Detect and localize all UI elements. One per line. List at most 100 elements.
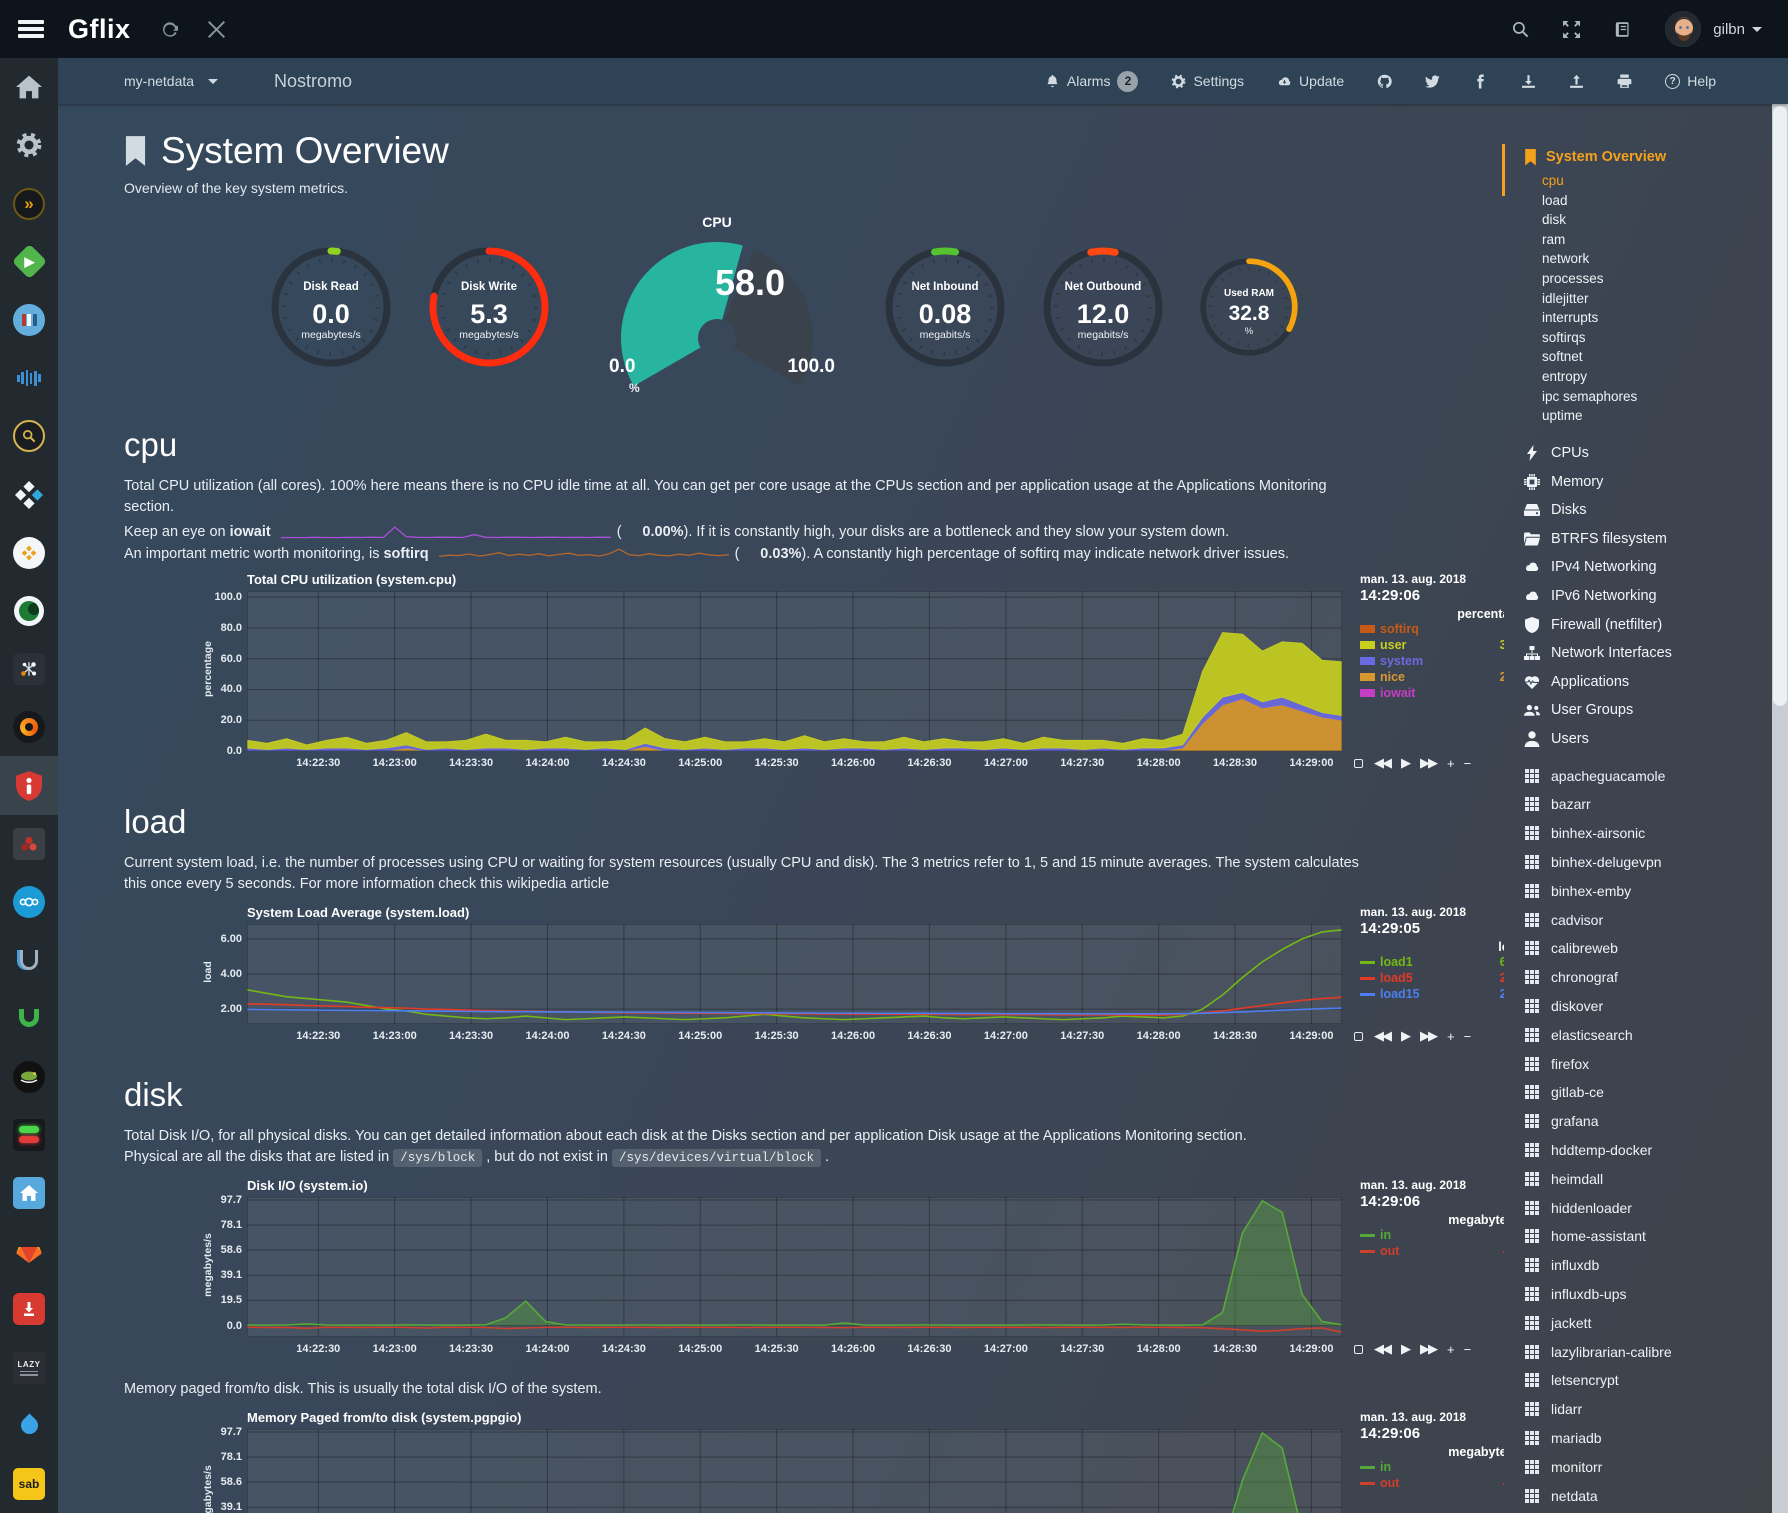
softirq-sparkline[interactable]: [439, 546, 729, 562]
chart-pan-icon[interactable]: [1354, 1032, 1363, 1041]
sidebar-app-binhex-airsonic[interactable]: binhex-airsonic: [1502, 819, 1772, 848]
legend-item-nice[interactable]: nice20.4: [1360, 669, 1504, 685]
gauge-cpu[interactable]: CPU58.00.0100.0%: [597, 214, 837, 400]
chart-backward-icon[interactable]: ◀◀: [1374, 755, 1390, 771]
sidebar-item-kodi[interactable]: [0, 465, 58, 523]
sidebar-submenu-idlejitter[interactable]: idlejitter: [1502, 289, 1772, 309]
gauge-disk-read[interactable]: Disk Read0.0megabytes/s: [265, 241, 397, 373]
sidebar-item-grafana[interactable]: [0, 698, 58, 756]
sidebar-submenu-softnet[interactable]: softnet: [1502, 347, 1772, 367]
refresh-icon[interactable]: [161, 21, 178, 38]
sidebar-section-ipv6-networking[interactable]: IPv6 Networking: [1502, 582, 1772, 611]
sidebar-section-memory[interactable]: Memory: [1502, 467, 1772, 496]
sidebar-item-youtube-dl[interactable]: [0, 1280, 58, 1338]
legend-item-load1[interactable]: load16.51: [1360, 954, 1504, 970]
sidebar-item-plex[interactable]: »: [0, 174, 58, 232]
sidebar-app-elasticsearch[interactable]: elasticsearch: [1502, 1020, 1772, 1049]
sidebar-app-apacheguacamole[interactable]: apacheguacamole: [1502, 761, 1772, 790]
facebook-button[interactable]: [1473, 74, 1488, 89]
chart-pan-icon[interactable]: [1354, 759, 1363, 768]
sidebar-item-unifi[interactable]: [0, 989, 58, 1047]
sidebar-submenu-entropy[interactable]: entropy: [1502, 367, 1772, 387]
sidebar-item-kodi-alt[interactable]: [0, 524, 58, 582]
sidebar-submenu-cpu[interactable]: cpu: [1502, 171, 1772, 191]
chart-zoom-out-icon[interactable]: −: [1464, 756, 1470, 771]
chart-plot-area[interactable]: [247, 924, 1342, 1024]
chart-backward-icon[interactable]: ◀◀: [1374, 1028, 1390, 1044]
sidebar-app-binhex-emby[interactable]: binhex-emby: [1502, 876, 1772, 905]
chart-forward-icon[interactable]: ▶▶: [1420, 1341, 1436, 1357]
sidebar-app-diskover[interactable]: diskover: [1502, 992, 1772, 1021]
page-scrollbar[interactable]: [1772, 104, 1788, 1513]
sidebar-item-droplet[interactable]: [0, 1397, 58, 1455]
chart-plot-area[interactable]: [247, 591, 1342, 751]
sidebar-item-monitorr[interactable]: [0, 1106, 58, 1164]
sidebar-submenu-ram[interactable]: ram: [1502, 230, 1772, 250]
host-dropdown[interactable]: my-netdata: [124, 73, 218, 89]
chart-plot-area[interactable]: [247, 1429, 1342, 1513]
sidebar-app-heimdall[interactable]: heimdall: [1502, 1164, 1772, 1193]
legend-item-load5[interactable]: load52.68: [1360, 970, 1504, 986]
sidebar-app-influxdb-ups[interactable]: influxdb-ups: [1502, 1280, 1772, 1309]
sidebar-section-cpus[interactable]: CPUs: [1502, 439, 1772, 468]
sidebar-item-node-graph[interactable]: [0, 640, 58, 698]
fullscreen-icon[interactable]: [1563, 21, 1580, 38]
sidebar-submenu-interrupts[interactable]: interrupts: [1502, 308, 1772, 328]
chart-zoom-in-icon[interactable]: +: [1447, 1029, 1453, 1044]
sidebar-app-jackett[interactable]: jackett: [1502, 1308, 1772, 1337]
legend-item-out[interactable]: out-5.3: [1360, 1243, 1504, 1259]
legend-item-iowait[interactable]: iowait0.0: [1360, 685, 1504, 701]
sidebar-item-gitlab[interactable]: [0, 1222, 58, 1280]
user-avatar[interactable]: [1665, 11, 1701, 47]
sidebar-app-binhex-delugevpn[interactable]: binhex-delugevpn: [1502, 848, 1772, 877]
sidebar-app-letsencrypt[interactable]: letsencrypt: [1502, 1366, 1772, 1395]
sidebar-item-emby[interactable]: ▶: [0, 233, 58, 291]
sidebar-item-sabnzbd[interactable]: sab: [0, 1455, 58, 1513]
sidebar-section-network-interfaces[interactable]: Network Interfaces: [1502, 639, 1772, 668]
sidebar-app-hddtemp-docker[interactable]: hddtemp-docker: [1502, 1136, 1772, 1165]
sidebar-item-cluster[interactable]: [0, 815, 58, 873]
sidebar-submenu-network[interactable]: network: [1502, 249, 1772, 269]
sidebar-item-home[interactable]: [0, 58, 58, 116]
sidebar-app-firefox[interactable]: firefox: [1502, 1049, 1772, 1078]
changelog-icon[interactable]: [1614, 21, 1631, 38]
sidebar-item-deluge-swirl[interactable]: [0, 582, 58, 640]
print-button[interactable]: [1617, 74, 1632, 89]
sidebar-item-ubooquity[interactable]: [0, 931, 58, 989]
import-button[interactable]: [1521, 74, 1536, 89]
sidebar-app-hiddenloader[interactable]: hiddenloader: [1502, 1193, 1772, 1222]
sidebar-section-firewall-netfilter-[interactable]: Firewall (netfilter): [1502, 610, 1772, 639]
chart-pan-icon[interactable]: [1354, 1345, 1363, 1354]
sidebar-section-btrfs-filesystem[interactable]: BTRFS filesystem: [1502, 525, 1772, 554]
legend-item-user[interactable]: user35.3: [1360, 637, 1504, 653]
chart-zoom-in-icon[interactable]: +: [1447, 756, 1453, 771]
sidebar-submenu-load[interactable]: load: [1502, 191, 1772, 211]
legend-item-system[interactable]: system2.3: [1360, 653, 1504, 669]
close-icon[interactable]: [208, 21, 225, 38]
legend-item-out[interactable]: out-5.2: [1360, 1475, 1504, 1491]
sidebar-app-influxdb[interactable]: influxdb: [1502, 1251, 1772, 1280]
chart-backward-icon[interactable]: ◀◀: [1374, 1341, 1390, 1357]
sidebar-section-ipv4-networking[interactable]: IPv4 Networking: [1502, 553, 1772, 582]
sidebar-section-disks[interactable]: Disks: [1502, 496, 1772, 525]
scrollbar-thumb[interactable]: [1773, 106, 1787, 706]
legend-item-in[interactable]: in0.0: [1360, 1227, 1504, 1243]
sidebar-submenu-ipc-semaphores[interactable]: ipc semaphores: [1502, 387, 1772, 407]
chart-zoom-out-icon[interactable]: −: [1464, 1029, 1470, 1044]
legend-item-load15[interactable]: load152.06: [1360, 986, 1504, 1002]
chart-zoom-in-icon[interactable]: +: [1447, 1342, 1453, 1357]
chart-play-icon[interactable]: ▶: [1401, 1341, 1409, 1357]
sidebar-item-airsonic[interactable]: [0, 349, 58, 407]
sidebar-title-system-overview[interactable]: System Overview: [1502, 146, 1772, 168]
chart-play-icon[interactable]: ▶: [1401, 1028, 1409, 1044]
iowait-sparkline[interactable]: [281, 524, 611, 540]
settings-button[interactable]: Settings: [1171, 73, 1244, 89]
sidebar-app-monitorr[interactable]: monitorr: [1502, 1452, 1772, 1481]
gauge-net-inbound[interactable]: Net Inbound0.08megabits/s: [879, 241, 1011, 373]
export-button[interactable]: [1569, 74, 1584, 89]
twitter-button[interactable]: [1425, 74, 1440, 89]
sidebar-item-settings[interactable]: [0, 116, 58, 174]
legend-item-in[interactable]: in0.0: [1360, 1459, 1504, 1475]
sidebar-item-netdata-shield[interactable]: [0, 756, 58, 814]
hamburger-menu-icon[interactable]: [18, 20, 44, 38]
